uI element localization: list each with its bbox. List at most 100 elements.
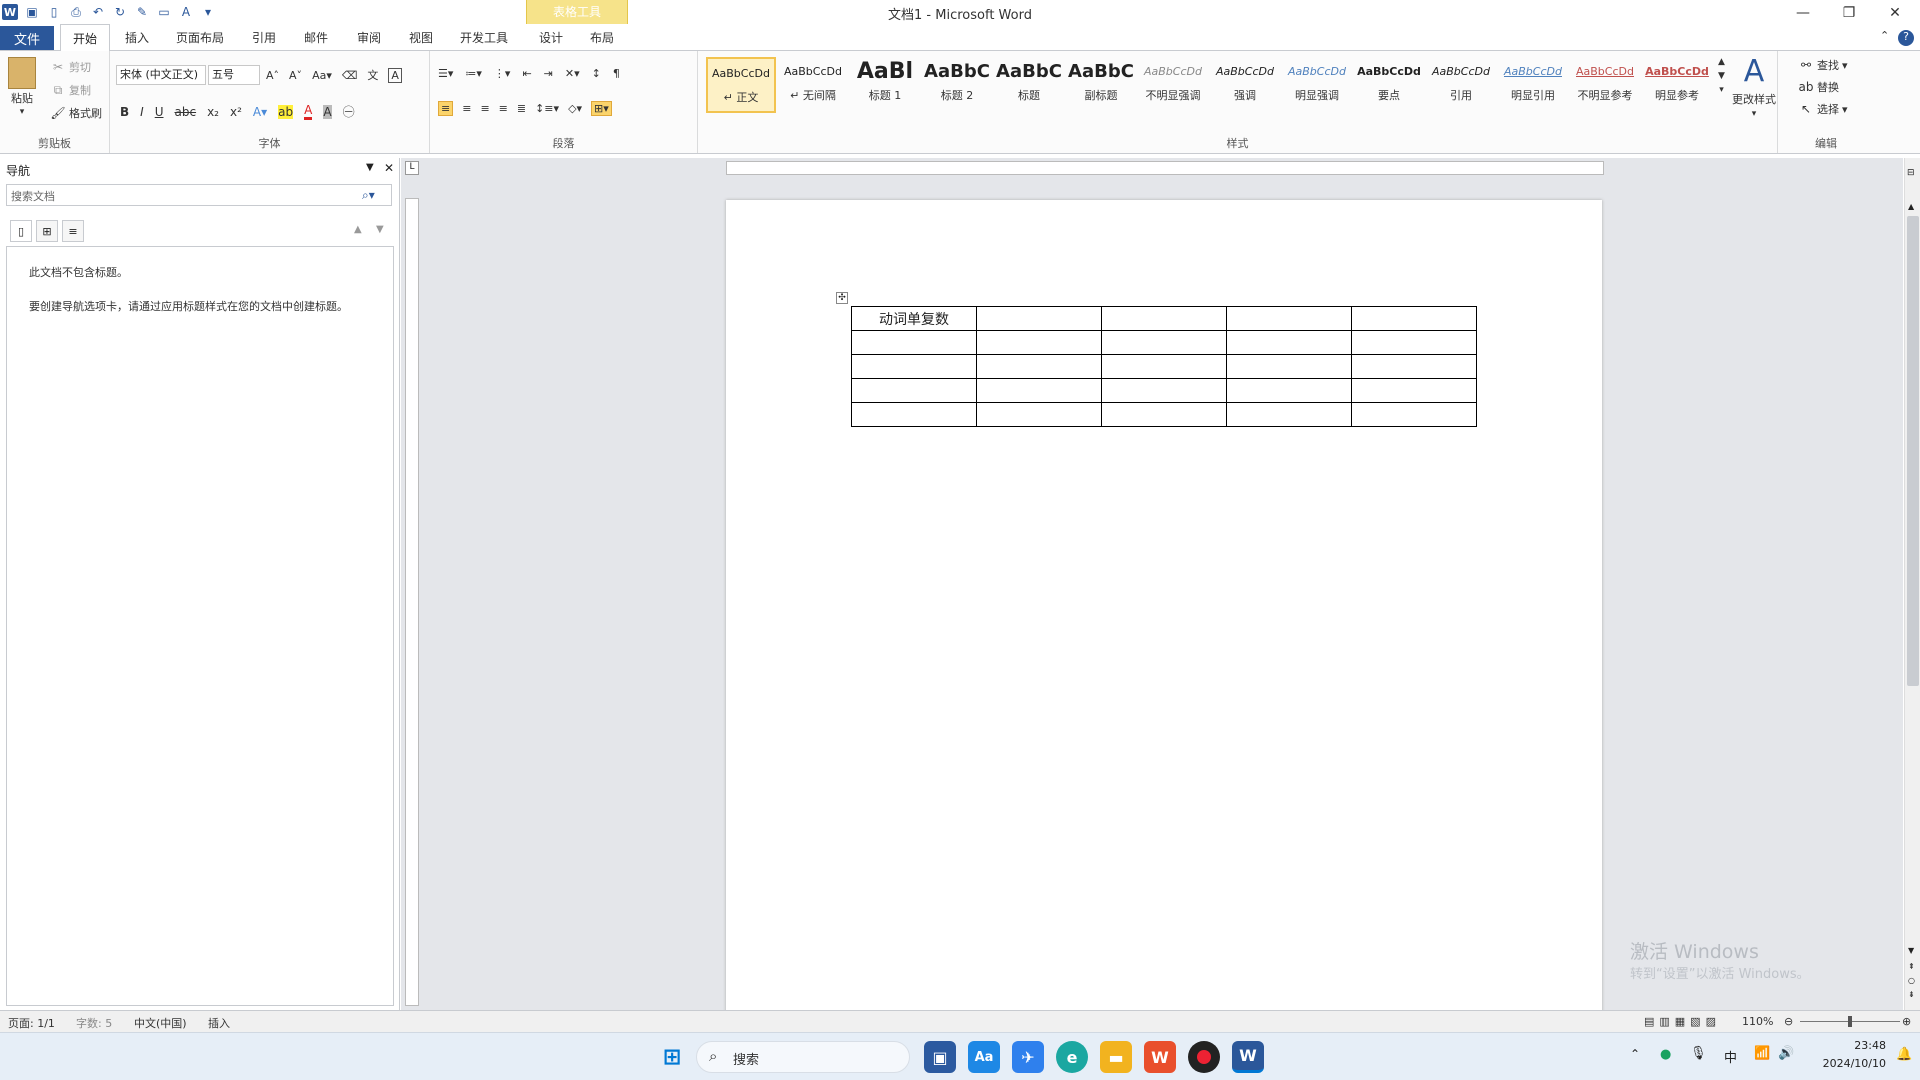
table-cell[interactable] bbox=[1226, 306, 1352, 331]
windows-start-icon[interactable]: ⊞ bbox=[656, 1041, 688, 1073]
restore-icon[interactable]: ❐ bbox=[1826, 0, 1872, 26]
page-count[interactable]: 页面: 1/1 bbox=[8, 1015, 55, 1031]
table-cell[interactable] bbox=[851, 330, 977, 355]
scroll-up-icon[interactable]: ▲ bbox=[1908, 202, 1914, 211]
wifi-icon[interactable]: 📶 bbox=[1754, 1046, 1770, 1061]
table-cell[interactable] bbox=[1351, 306, 1477, 331]
increase-indent-icon[interactable]: ⇥ bbox=[544, 67, 553, 80]
wps-icon[interactable]: W bbox=[1144, 1041, 1176, 1073]
table-cell[interactable] bbox=[1351, 354, 1477, 379]
strikethrough-icon[interactable]: abc bbox=[175, 105, 197, 119]
justify-icon[interactable]: ≡ bbox=[499, 102, 508, 115]
style-no-spacing[interactable]: AaBbCcDd ↵ 无间隔 bbox=[778, 57, 848, 113]
cut-button[interactable]: ✂ 剪切 bbox=[50, 59, 91, 75]
zoom-level[interactable]: 110% bbox=[1742, 1015, 1773, 1028]
table-cell[interactable] bbox=[976, 354, 1102, 379]
style-subtle-emphasis[interactable]: AaBbCcDd 不明显强调 bbox=[1138, 57, 1208, 113]
next-page-icon[interactable]: ⇟ bbox=[1908, 990, 1915, 999]
numbering-icon[interactable]: ≔▾ bbox=[465, 67, 482, 80]
minimize-ribbon-icon[interactable]: ⌃ bbox=[1880, 29, 1889, 42]
ruler-toggle-icon[interactable]: ⊟ bbox=[1907, 168, 1915, 178]
browse-results-icon[interactable]: ≡ bbox=[62, 220, 84, 242]
nav-options-icon[interactable]: ▼ bbox=[366, 162, 374, 173]
tab-file[interactable]: 文件 bbox=[0, 26, 54, 50]
text-effects-icon[interactable]: A▾ bbox=[253, 105, 267, 119]
ime-indicator[interactable]: 中 bbox=[1724, 1047, 1737, 1066]
style-subtle-reference[interactable]: AaBbCcDd 不明显参考 bbox=[1570, 57, 1640, 113]
chinese-layout-icon[interactable]: ✕▾ bbox=[565, 67, 580, 80]
find-button[interactable]: ⚯ 查找 ▾ bbox=[1798, 57, 1848, 73]
next-icon[interactable]: ▼ bbox=[376, 224, 384, 235]
previous-page-icon[interactable]: ⇞ bbox=[1908, 962, 1915, 971]
borders-icon[interactable]: ⊞▾ bbox=[591, 101, 612, 116]
scroll-down-icon[interactable]: ▼ bbox=[1908, 946, 1914, 955]
style-normal[interactable]: AaBbCcDd ↵ 正文 bbox=[706, 57, 776, 113]
nav-search-input[interactable]: 搜索文档 bbox=[6, 184, 392, 206]
decrease-indent-icon[interactable]: ⇤ bbox=[522, 67, 531, 80]
align-center-icon[interactable]: ≡ bbox=[462, 102, 471, 115]
word-taskbar-icon[interactable]: W bbox=[1232, 1041, 1264, 1073]
table-cell[interactable] bbox=[851, 378, 977, 403]
tab-references[interactable]: 引用 bbox=[252, 29, 276, 46]
scroll-down-icon[interactable]: ▼ bbox=[1718, 71, 1725, 81]
translator-icon[interactable]: Aa bbox=[968, 1041, 1000, 1073]
subscript-icon[interactable]: x₂ bbox=[207, 105, 219, 119]
table-cell[interactable] bbox=[1226, 402, 1352, 427]
clock-time[interactable]: 23:48 bbox=[1816, 1039, 1886, 1052]
style-strong[interactable]: AaBbCcDd 要点 bbox=[1354, 57, 1424, 113]
style-intense-emphasis[interactable]: AaBbCcDd 明显强调 bbox=[1282, 57, 1352, 113]
table-cell[interactable] bbox=[976, 306, 1102, 331]
font-color-icon[interactable]: A bbox=[304, 103, 313, 120]
vertical-ruler[interactable] bbox=[405, 198, 419, 1006]
zoom-slider-thumb[interactable] bbox=[1848, 1016, 1852, 1027]
bold-icon[interactable]: B bbox=[120, 105, 129, 119]
table-move-handle-icon[interactable]: ✣ bbox=[836, 292, 848, 304]
help-icon[interactable]: ? bbox=[1898, 30, 1914, 46]
italic-icon[interactable]: I bbox=[140, 105, 144, 119]
font-size-combo[interactable]: 五号 bbox=[208, 65, 260, 85]
search-icon[interactable]: ⌕▾ bbox=[362, 188, 375, 203]
style-intense-reference[interactable]: AaBbCcDd 明显参考 bbox=[1642, 57, 1712, 113]
line-spacing-icon[interactable]: ↕≡▾ bbox=[535, 102, 559, 115]
microphone-icon[interactable]: 🎙 bbox=[1690, 1046, 1707, 1061]
tab-design[interactable]: 设计 bbox=[539, 29, 563, 46]
table-cell[interactable] bbox=[851, 402, 977, 427]
select-button[interactable]: ↖ 选择 ▾ bbox=[1798, 101, 1848, 117]
paste-dropdown-icon[interactable]: ▾ bbox=[20, 107, 25, 117]
browse-pages-icon[interactable]: ⊞ bbox=[36, 220, 58, 242]
zoom-out-icon[interactable]: ⊖ bbox=[1784, 1015, 1793, 1028]
sort-icon[interactable]: ↕ bbox=[592, 67, 601, 80]
tab-view[interactable]: 视图 bbox=[409, 29, 433, 46]
shading-icon[interactable]: ◇▾ bbox=[568, 102, 582, 115]
file-explorer-icon[interactable]: ▬ bbox=[1100, 1041, 1132, 1073]
horizontal-ruler[interactable] bbox=[726, 161, 1604, 175]
clear-format-icon[interactable]: ⌫ bbox=[342, 69, 358, 82]
language-indicator[interactable]: 中文(中国) bbox=[134, 1015, 187, 1031]
table-cell[interactable] bbox=[1351, 330, 1477, 355]
table-cell[interactable] bbox=[1101, 330, 1227, 355]
tab-selector-icon[interactable]: L bbox=[405, 161, 419, 175]
table-cell[interactable] bbox=[976, 402, 1102, 427]
feishu-icon[interactable]: ✈ bbox=[1012, 1041, 1044, 1073]
recorder-icon[interactable] bbox=[1188, 1041, 1220, 1073]
grow-font-icon[interactable]: A˄ bbox=[266, 69, 279, 82]
style-intense-quote[interactable]: AaBbCcDd 明显引用 bbox=[1498, 57, 1568, 113]
align-right-icon[interactable]: ≡ bbox=[480, 102, 489, 115]
table-cell[interactable] bbox=[1226, 330, 1352, 355]
tab-home[interactable]: 开始 bbox=[60, 24, 110, 51]
document-table[interactable]: 动词单复数 bbox=[851, 306, 1477, 427]
enclose-characters-icon[interactable]: ㊀ bbox=[343, 103, 355, 120]
nav-close-icon[interactable]: ✕ bbox=[384, 161, 394, 175]
align-left-icon[interactable]: ≡ bbox=[438, 101, 454, 116]
zoom-in-icon[interactable]: ⊕ bbox=[1902, 1015, 1911, 1028]
table-cell[interactable] bbox=[1226, 354, 1352, 379]
style-heading-2[interactable]: AaBbC 标题 2 bbox=[922, 57, 992, 113]
view-buttons[interactable]: ▤▥▦▧▨ bbox=[1644, 1015, 1721, 1028]
tab-layout[interactable]: 布局 bbox=[590, 29, 614, 46]
table-cell[interactable] bbox=[976, 378, 1102, 403]
previous-icon[interactable]: ▲ bbox=[354, 224, 362, 235]
minimize-icon[interactable]: — bbox=[1780, 0, 1826, 26]
scroll-up-icon[interactable]: ▲ bbox=[1718, 57, 1725, 67]
change-case-icon[interactable]: Aa▾ bbox=[312, 69, 332, 82]
font-name-combo[interactable]: 宋体 (中文正文) bbox=[116, 65, 206, 85]
